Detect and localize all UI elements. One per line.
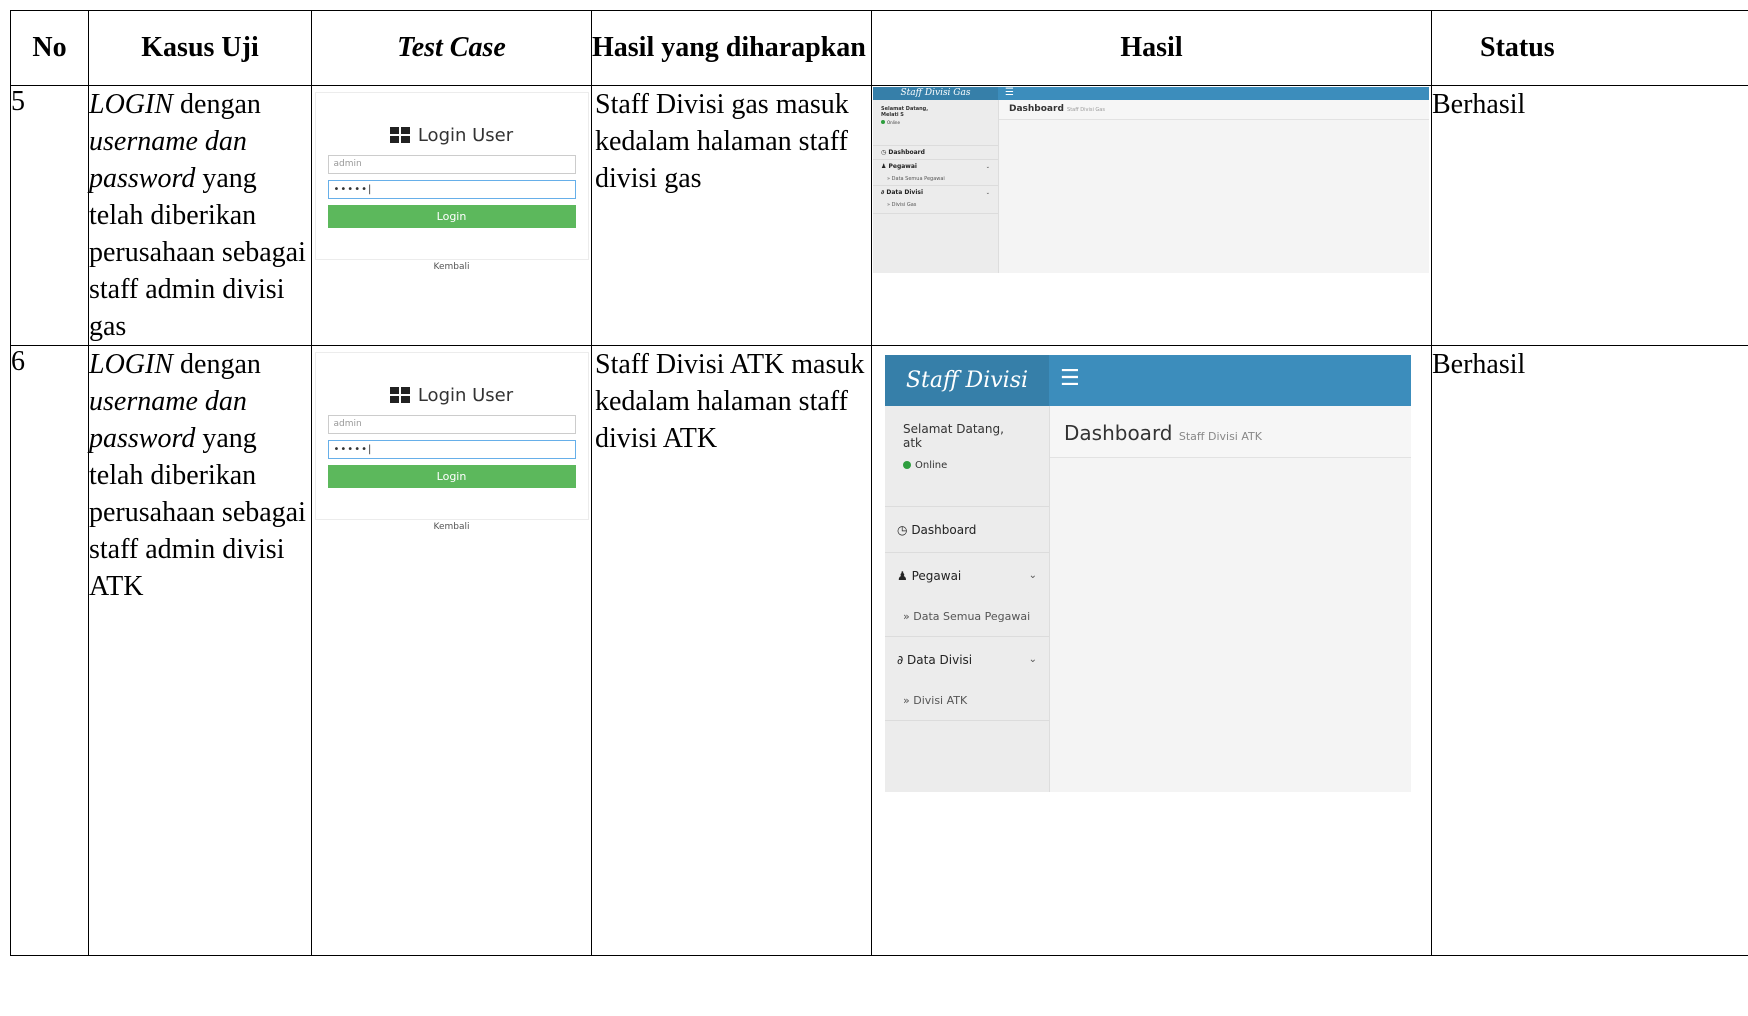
- link-icon: ∂: [881, 189, 885, 196]
- sidebar-subitem-data-semua-pegawai[interactable]: » Data Semua Pegawai: [873, 173, 998, 185]
- dashboard-screenshot: Staff Divisi Gas ☰ Selamat Datang, Melat…: [873, 87, 1429, 273]
- kembali-link[interactable]: Kembali: [312, 262, 591, 272]
- online-status: Online: [881, 120, 900, 125]
- status-cell: Berhasil: [1431, 345, 1748, 956]
- content-header: Dashboard Staff Divisi ATK: [1050, 406, 1411, 458]
- hasil-cell: Staff Divisi ATK ☰ Selamat Datang, atk O…: [871, 345, 1432, 956]
- sidebar-item-data-divisi[interactable]: ∂ Data Divisi ⌄: [873, 185, 998, 200]
- content-header: Dashboard Staff Divisi Gas: [999, 100, 1429, 120]
- online-status: Online: [903, 460, 947, 471]
- kembali-link[interactable]: Kembali: [312, 522, 591, 532]
- main-content: Dashboard Staff Divisi Gas: [999, 100, 1429, 273]
- kasus-uji-cell: LOGIN dengan username dan password yang …: [88, 85, 312, 346]
- chevron-down-icon: ⌄: [985, 164, 990, 170]
- page-title: Dashboard Staff Divisi ATK: [1064, 421, 1262, 445]
- header-row: No Kasus Uji Test Case Hasil yang dihara…: [10, 10, 1748, 86]
- password-field[interactable]: •••••|: [327, 180, 576, 199]
- sidebar-subitem-data-semua-pegawai[interactable]: » Data Semua Pegawai: [885, 598, 1049, 636]
- header-no: No: [10, 10, 89, 86]
- brand-logo: Staff Divisi Gas: [873, 87, 998, 100]
- login-header: Login User: [316, 385, 588, 409]
- sidebar-item-pegawai[interactable]: ♟ Pegawai ⌄: [873, 159, 998, 174]
- sidebar-divider: [873, 213, 998, 214]
- hasil-cell: Staff Divisi Gas ☰ Selamat Datang, Melat…: [871, 85, 1432, 346]
- hamburger-icon[interactable]: ☰: [1060, 366, 1080, 391]
- sidebar-item-data-divisi[interactable]: ∂ Data Divisi ⌄: [885, 636, 1049, 683]
- user-icon: ♟: [897, 569, 908, 583]
- page-title: Dashboard Staff Divisi Gas: [1009, 104, 1105, 114]
- table-row: 6 LOGIN dengan username dan password yan…: [10, 345, 1748, 956]
- sidebar-divider: [885, 720, 1049, 721]
- online-dot-icon: [903, 461, 911, 469]
- row-number: 5: [10, 85, 89, 346]
- chevron-down-icon: ⌄: [1028, 570, 1037, 581]
- hamburger-icon[interactable]: ☰: [1005, 87, 1014, 99]
- sidebar-item-pegawai[interactable]: ♟ Pegawai ⌄: [885, 552, 1049, 599]
- greeting-text: Selamat Datang, atk: [903, 422, 1004, 450]
- dashboard-screenshot: Staff Divisi ATK ☰ Selamat Datang, atk O…: [885, 355, 1411, 792]
- login-button[interactable]: Login: [327, 205, 576, 228]
- windows-icon: [389, 127, 410, 143]
- chevron-down-icon: ⌄: [1028, 654, 1037, 665]
- expected-cell: Staff Divisi ATK masuk kedalam halaman s…: [591, 345, 872, 956]
- table-row: 5 LOGIN dengan username dan password yan…: [10, 85, 1748, 346]
- expected-cell: Staff Divisi gas masuk kedalam halaman s…: [591, 85, 872, 346]
- password-field[interactable]: •••••|: [327, 440, 576, 459]
- username-field[interactable]: admin: [327, 155, 576, 174]
- row-number: 6: [10, 345, 89, 956]
- windows-icon: [389, 387, 410, 403]
- sidebar-item-dashboard[interactable]: ◷ Dashboard: [873, 145, 998, 160]
- sidebar: Selamat Datang, atk Online ◷ Dashboard ♟…: [885, 406, 1050, 792]
- header-kasus-uji: Kasus Uji: [88, 10, 312, 86]
- username-field[interactable]: admin: [327, 415, 576, 434]
- sidebar-item-dashboard[interactable]: ◷ Dashboard: [885, 506, 1049, 553]
- test-case-table: No Kasus Uji Test Case Hasil yang dihara…: [10, 10, 1748, 956]
- dashboard-icon: ◷: [897, 523, 908, 537]
- user-icon: ♟: [881, 163, 887, 170]
- sidebar-subitem-divisi[interactable]: » Divisi Gas: [873, 199, 998, 211]
- header-test-case: Test Case: [311, 10, 592, 86]
- status-cell: Berhasil: [1431, 85, 1748, 346]
- test-case-cell: Login User admin •••••| Login Kembali: [311, 345, 592, 956]
- login-button[interactable]: Login: [327, 465, 576, 488]
- header-hasil-diharapkan: Hasil yang diharapkan: [591, 10, 872, 86]
- dashboard-icon: ◷: [881, 149, 887, 156]
- brand-logo: Staff Divisi ATK: [885, 355, 1049, 444]
- sidebar: Selamat Datang, Melati S Online ◷ Dashbo…: [873, 100, 999, 273]
- login-form-screenshot: Login User admin •••••| Login: [314, 352, 589, 520]
- test-case-cell: Login User admin •••••| Login Kembali: [311, 85, 592, 346]
- greeting-text: Selamat Datang, Melati S: [881, 106, 929, 118]
- login-header: Login User: [316, 125, 588, 149]
- main-content: Dashboard Staff Divisi ATK: [1050, 406, 1411, 792]
- online-dot-icon: [881, 120, 885, 124]
- kasus-uji-cell: LOGIN dengan username dan password yang …: [88, 345, 312, 956]
- login-form-screenshot: Login User admin •••••| Login: [314, 92, 589, 260]
- header-hasil: Hasil: [871, 10, 1432, 86]
- chevron-down-icon: ⌄: [985, 190, 990, 196]
- sidebar-subitem-divisi[interactable]: » Divisi ATK: [885, 682, 1049, 720]
- link-icon: ∂: [897, 653, 904, 667]
- header-status: Status: [1431, 10, 1748, 86]
